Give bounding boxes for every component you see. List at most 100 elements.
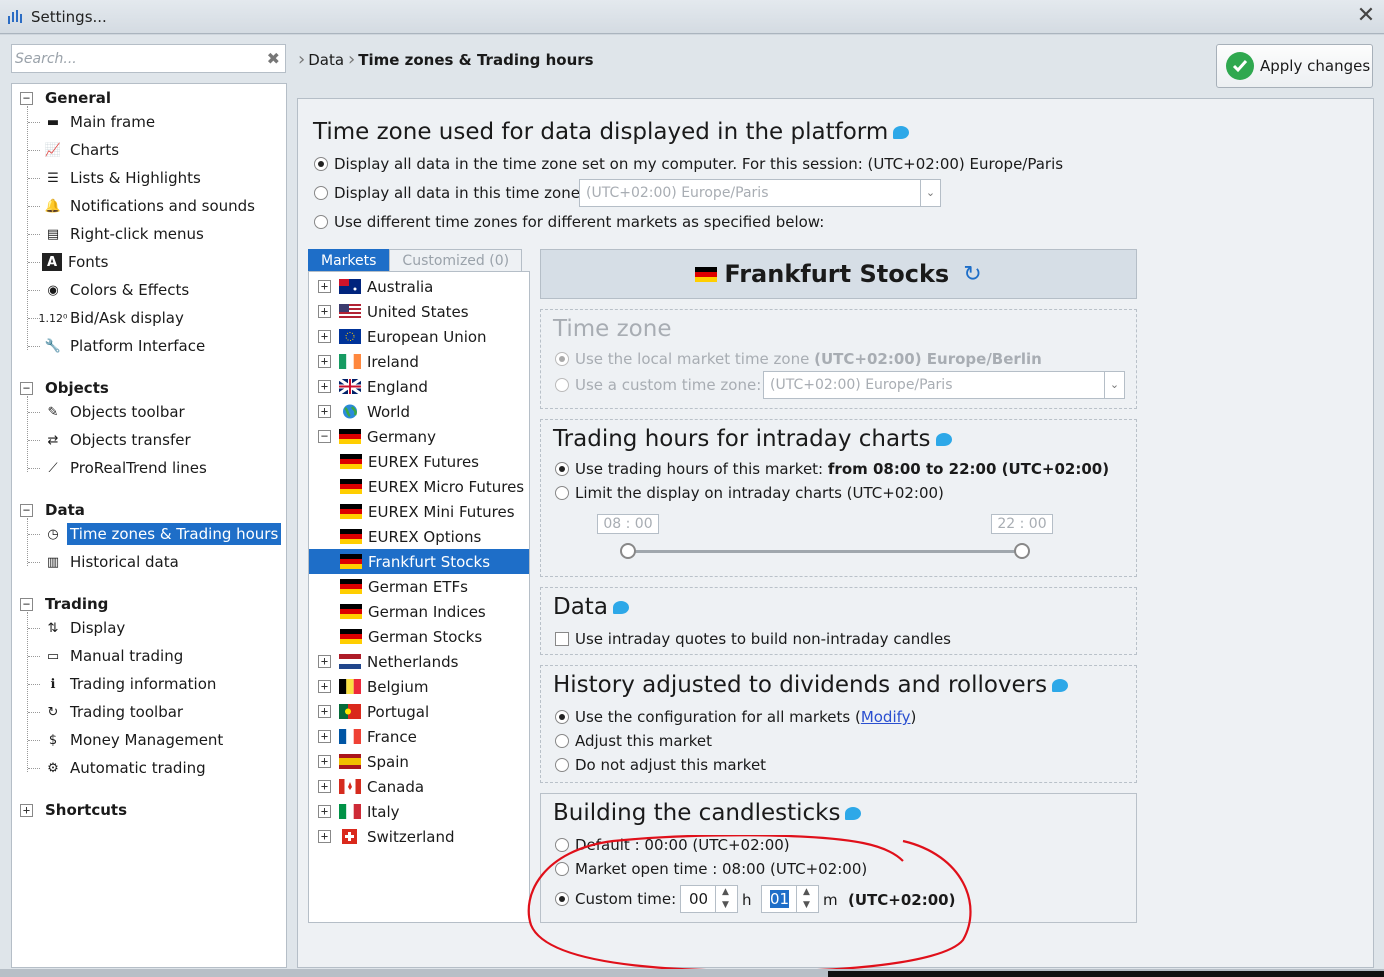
expand-icon[interactable]: + — [318, 680, 331, 693]
radio-button[interactable] — [555, 462, 569, 476]
collapse-icon[interactable]: − — [20, 91, 33, 105]
tree-group-shortcuts[interactable]: + Shortcuts — [20, 801, 127, 819]
slider-start-input[interactable]: 08 : 00 — [597, 514, 659, 534]
chevron-down-icon[interactable]: ⌄ — [1104, 372, 1124, 398]
tree-group-data[interactable]: − Data — [20, 501, 85, 519]
market-item-switzerland[interactable]: + Switzerland — [309, 824, 529, 849]
expand-icon[interactable]: + — [318, 730, 331, 743]
tree-item-objects-transfer[interactable]: ⇄ Objects transfer — [28, 427, 194, 453]
tree-item-lists-highlights[interactable]: ☰ Lists & Highlights — [28, 165, 204, 191]
expand-icon[interactable]: + — [318, 830, 331, 843]
radio-no-adjust-market[interactable]: Do not adjust this market — [555, 756, 766, 774]
tree-item-trading-information[interactable]: ℹ Trading information — [28, 671, 219, 697]
expand-icon[interactable]: + — [318, 305, 331, 318]
tab-customized[interactable]: Customized (0) — [389, 249, 523, 271]
tree-item-main-frame[interactable]: ▬ Main frame — [28, 109, 158, 135]
expand-icon[interactable]: + — [318, 655, 331, 668]
expand-icon[interactable]: + — [318, 380, 331, 393]
expand-icon[interactable]: + — [318, 405, 331, 418]
info-bubble-icon[interactable] — [893, 126, 910, 139]
tree-group-objects[interactable]: − Objects — [20, 379, 109, 397]
tree-item-time-zones-trading-hours[interactable]: ◷ Time zones & Trading hours — [28, 521, 282, 547]
market-item-netherlands[interactable]: + Netherlands — [309, 649, 529, 674]
tree-group-trading[interactable]: − Trading — [20, 595, 108, 613]
collapse-icon[interactable]: − — [318, 430, 331, 443]
tree-item-prorealtrend-lines[interactable]: ⟋ ProRealTrend lines — [28, 455, 210, 481]
info-bubble-icon[interactable] — [1052, 679, 1069, 692]
tree-item-charts[interactable]: 📈 Charts — [28, 137, 122, 163]
radio-button[interactable] — [555, 352, 569, 366]
radio-custom-timezone[interactable]: Use a custom time zone: — [555, 376, 761, 394]
market-item-eurex-mini-futures[interactable]: EUREX Mini Futures — [309, 499, 529, 524]
slider-end-input[interactable]: 22 : 00 — [991, 514, 1053, 534]
tree-item-automatic-trading[interactable]: ⚙ Automatic trading — [28, 755, 209, 781]
market-item-eurex-futures[interactable]: EUREX Futures — [309, 449, 529, 474]
collapse-icon[interactable]: − — [20, 597, 33, 611]
tree-item-trading-toolbar[interactable]: ↻ Trading toolbar — [28, 699, 186, 725]
market-item-german-indices[interactable]: German Indices — [309, 599, 529, 624]
tree-item-manual-trading[interactable]: ▭ Manual trading — [28, 643, 186, 669]
search-input[interactable] — [12, 45, 252, 72]
tree-item-objects-toolbar[interactable]: ✎ Objects toolbar — [28, 399, 188, 425]
market-item-united-states[interactable]: + United States — [309, 299, 529, 324]
apply-changes-button[interactable]: Apply changes — [1216, 44, 1373, 88]
radio-adjust-market[interactable]: Adjust this market — [555, 732, 712, 750]
tree-item-historical-data[interactable]: ▥ Historical data — [28, 549, 182, 575]
radio-limit-display[interactable]: Limit the display on intraday charts (UT… — [555, 484, 944, 502]
market-item-france[interactable]: + France — [309, 724, 529, 749]
market-item-world[interactable]: + World — [309, 399, 529, 424]
slider-start-handle[interactable] — [620, 543, 636, 559]
radio-button[interactable] — [555, 758, 569, 772]
radio-button[interactable] — [555, 710, 569, 724]
info-bubble-icon[interactable] — [612, 601, 629, 614]
tree-item-bid-ask-display[interactable]: 1.12⁰ Bid/Ask display — [28, 305, 187, 331]
market-item-german-stocks[interactable]: German Stocks — [309, 624, 529, 649]
market-item-ireland[interactable]: + Ireland — [309, 349, 529, 374]
reset-icon[interactable]: ↻ — [963, 262, 981, 287]
radio-button[interactable] — [314, 215, 328, 229]
tree-item-colors-effects[interactable]: ◉ Colors & Effects — [28, 277, 192, 303]
expand-icon[interactable]: + — [318, 280, 331, 293]
market-item-german-etfs[interactable]: German ETFs — [309, 574, 529, 599]
market-item-england[interactable]: + England — [309, 374, 529, 399]
radio-computer-timezone[interactable]: Display all data in the time zone set on… — [314, 155, 1063, 173]
market-item-european-union[interactable]: + European Union — [309, 324, 529, 349]
radio-different-timezones[interactable]: Use different time zones for different m… — [314, 213, 824, 231]
expand-icon[interactable]: + — [318, 355, 331, 368]
market-item-eurex-micro-futures[interactable]: EUREX Micro Futures — [309, 474, 529, 499]
clear-search-icon[interactable]: ✖ — [267, 49, 280, 68]
hours-slider-track[interactable] — [627, 550, 1023, 553]
checkbox[interactable] — [555, 632, 569, 646]
custom-timezone-select[interactable]: (UTC+02:00) Europe/Paris ⌄ — [763, 371, 1125, 399]
collapse-icon[interactable]: − — [20, 503, 33, 517]
tree-item-display[interactable]: ⇅ Display — [28, 615, 128, 641]
radio-button[interactable] — [555, 486, 569, 500]
radio-button[interactable] — [314, 157, 328, 171]
timezone-select[interactable]: (UTC+02:00) Europe/Paris ⌄ — [579, 179, 941, 207]
intraday-quotes-checkbox[interactable]: Use intraday quotes to build non-intrada… — [555, 630, 951, 648]
market-item-australia[interactable]: + Australia — [309, 274, 529, 299]
close-icon[interactable]: ✕ — [1354, 4, 1378, 28]
market-item-frankfurt-stocks[interactable]: Frankfurt Stocks — [309, 549, 529, 574]
expand-icon[interactable]: + — [20, 803, 33, 817]
chevron-down-icon[interactable]: ⌄ — [920, 180, 940, 206]
market-item-canada[interactable]: + Canada — [309, 774, 529, 799]
info-bubble-icon[interactable] — [935, 433, 952, 446]
modify-link[interactable]: Modify — [861, 708, 911, 726]
market-item-germany[interactable]: − Germany — [309, 424, 529, 449]
radio-config-all-markets[interactable]: Use the configuration for all markets (M… — [555, 708, 916, 726]
radio-local-timezone[interactable]: Use the local market time zone (UTC+02:0… — [555, 350, 1042, 368]
tree-item-fonts[interactable]: A Fonts — [28, 249, 111, 275]
slider-end-handle[interactable] — [1014, 543, 1030, 559]
info-bubble-icon[interactable] — [845, 807, 862, 820]
market-item-belgium[interactable]: + Belgium — [309, 674, 529, 699]
tree-group-general[interactable]: − General — [20, 89, 111, 107]
tree-item-money-management[interactable]: $ Money Management — [28, 727, 226, 753]
tree-item-platform-interface[interactable]: 🔧 Platform Interface — [28, 333, 208, 359]
expand-icon[interactable]: + — [318, 330, 331, 343]
breadcrumb-parent[interactable]: Data — [308, 51, 344, 69]
tree-item-right-click-menus[interactable]: ▤ Right-click menus — [28, 221, 207, 247]
market-item-spain[interactable]: + Spain — [309, 749, 529, 774]
radio-this-timezone[interactable]: Display all data in this time zone: — [314, 184, 585, 202]
market-item-portugal[interactable]: + Portugal — [309, 699, 529, 724]
